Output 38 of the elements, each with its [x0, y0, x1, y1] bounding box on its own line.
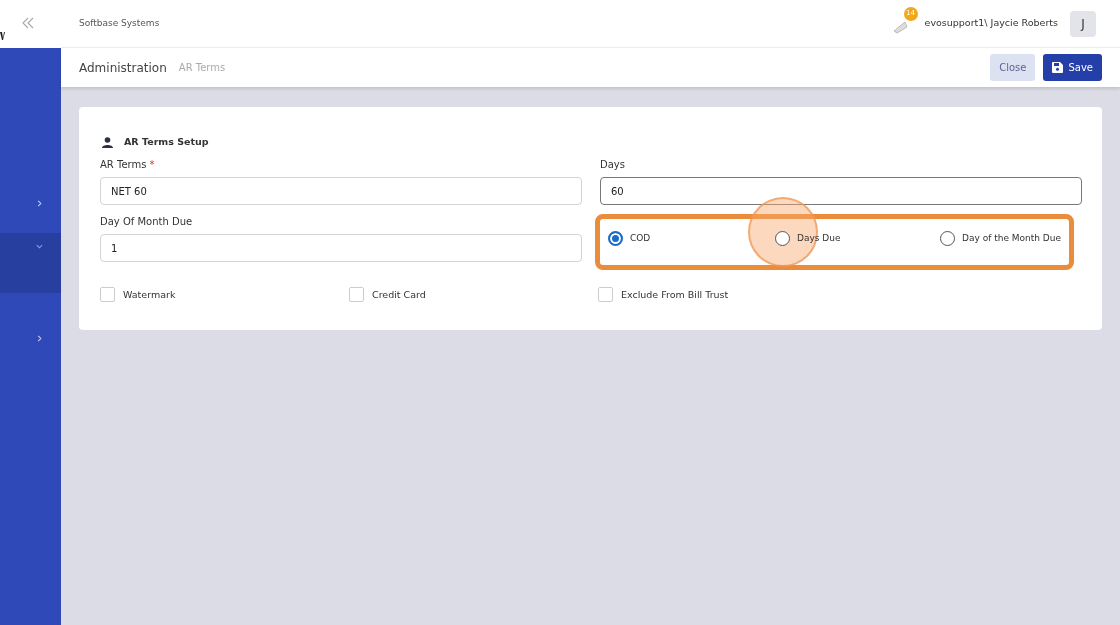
- radio-button[interactable]: [940, 230, 955, 246]
- page-title: Administration: [79, 59, 167, 77]
- radio-button[interactable]: [775, 230, 790, 246]
- input-field[interactable]: 1: [100, 234, 582, 263]
- field-label: AR Terms *: [100, 158, 156, 173]
- user-icon: [102, 136, 113, 148]
- user-name: evosupport1\ Jaycie Roberts: [924, 16, 1058, 31]
- save-button[interactable]: Save: [1043, 54, 1102, 81]
- checkbox-label: Watermark: [123, 287, 176, 302]
- field-label: Day Of Month Due: [100, 215, 194, 230]
- radio-option[interactable]: Days Due: [775, 230, 841, 246]
- checkbox-label: Credit Card: [372, 287, 426, 302]
- checkbox-option[interactable]: Watermark: [100, 287, 349, 303]
- close-button[interactable]: Close: [990, 54, 1036, 81]
- radio-option[interactable]: Day of the Month Due: [940, 230, 1062, 246]
- logo-icon: [0, 32, 5, 40]
- required-mark: *: [149, 159, 155, 171]
- input-field[interactable]: NET 60: [100, 177, 582, 206]
- section-title: AR Terms Setup: [124, 135, 209, 149]
- radio-label: Days Due: [797, 231, 841, 245]
- radio-button[interactable]: [608, 230, 623, 246]
- checkbox[interactable]: [349, 287, 364, 303]
- checkbox[interactable]: [598, 287, 613, 303]
- company-name: Softbase Systems: [79, 16, 160, 30]
- input-field[interactable]: 60: [600, 177, 1082, 206]
- radio-label: Day of the Month Due: [962, 231, 1062, 245]
- save-icon: [1052, 62, 1064, 73]
- radio-label: COD: [630, 231, 651, 245]
- radio-option[interactable]: COD: [608, 230, 651, 246]
- sidebar-item[interactable]: [0, 233, 61, 293]
- checkbox-option[interactable]: Credit Card: [349, 287, 598, 303]
- field-label: Days: [600, 158, 626, 173]
- breadcrumb: AR Terms: [178, 61, 226, 75]
- user-avatar[interactable]: J: [1070, 10, 1096, 37]
- collapse-icon[interactable]: [22, 17, 34, 29]
- checkbox-option[interactable]: Exclude From Bill Trust: [598, 287, 729, 303]
- checkbox-label: Exclude From Bill Trust: [621, 287, 729, 302]
- checkbox[interactable]: [100, 287, 115, 303]
